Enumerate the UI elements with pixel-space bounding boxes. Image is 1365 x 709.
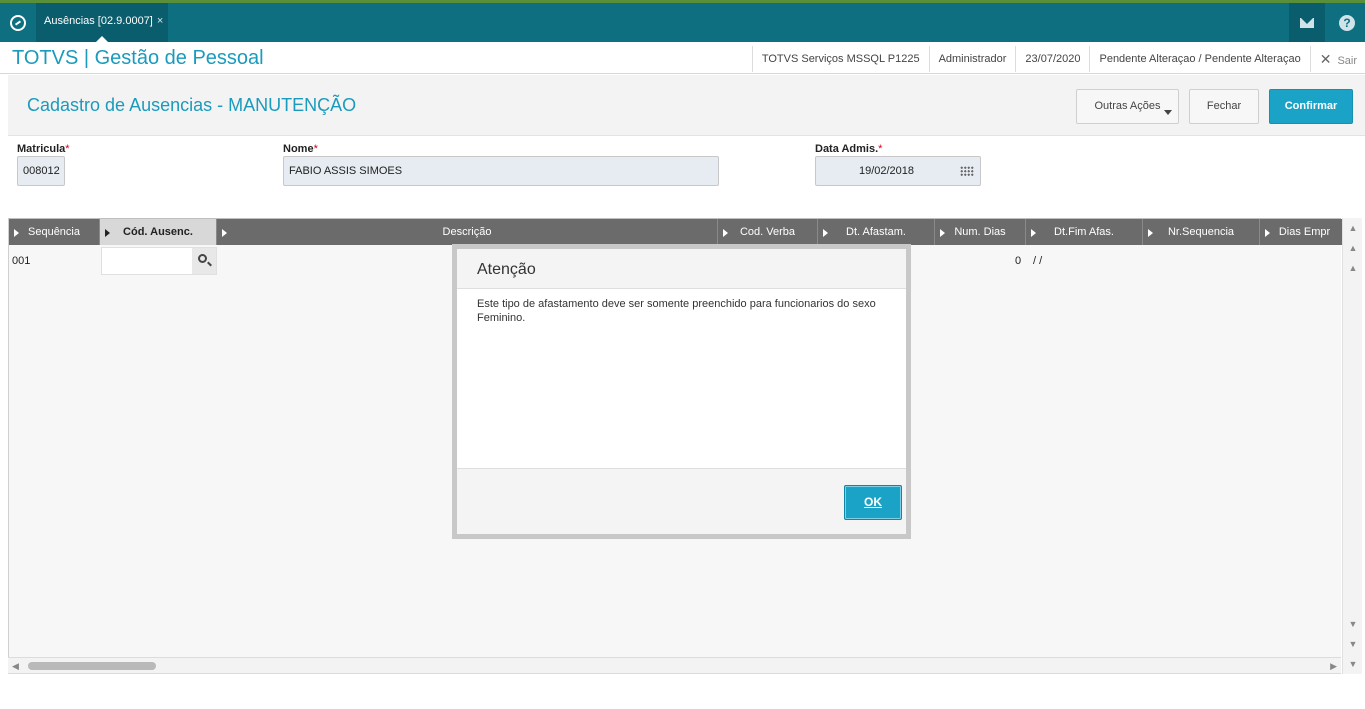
dialog-header: Atenção <box>457 249 906 289</box>
cell-dt-fim-afas: / / <box>1033 255 1043 267</box>
column-label: Cod. Verba <box>739 226 796 238</box>
data-admis-label: Data Admis.* <box>815 143 882 155</box>
data-admis-label-text: Data Admis. <box>815 143 879 155</box>
column-arrow-icon <box>723 229 728 237</box>
column-header-nr-sequencia[interactable]: Nr.Sequencia <box>1143 219 1260 245</box>
app-header: TOTVS | Gestão de Pessoal TOTVS Serviços… <box>0 42 1365 74</box>
matricula-field[interactable]: 008012 <box>17 156 65 186</box>
dialog-title: Atenção <box>477 261 536 278</box>
nome-label: Nome* <box>283 143 318 155</box>
required-mark: * <box>313 143 318 155</box>
page-title-bar: Cadastro de Ausencias - MANUTENÇÃO Outra… <box>8 75 1365 136</box>
column-label: Dias Empr <box>1278 226 1331 238</box>
scroll-top-icon[interactable]: ▲ <box>1347 222 1359 234</box>
cell-num-dias: 0 <box>1015 255 1022 267</box>
column-label: Dt.Fim Afas. <box>1054 226 1114 238</box>
column-header-descricao[interactable]: Descrição <box>217 219 718 245</box>
date-label: 23/07/2020 <box>1015 46 1089 72</box>
scroll-left-icon[interactable]: ◀ <box>12 661 19 672</box>
cell-cod-ausenc-input[interactable] <box>101 247 217 275</box>
column-header-dias-empr[interactable]: Dias Empr <box>1260 219 1342 245</box>
column-arrow-icon <box>222 229 227 237</box>
page-footer <box>0 675 1365 709</box>
page-title: Cadastro de Ausencias - MANUTENÇÃO <box>27 95 357 115</box>
data-admis-value: 19/02/2018 <box>858 165 915 177</box>
other-actions-button[interactable]: Outras Ações <box>1076 89 1179 124</box>
scroll-right-icon[interactable]: ▶ <box>1330 661 1337 672</box>
column-label: Sequência <box>28 226 80 238</box>
scroll-page-up-icon[interactable]: ▲ <box>1347 242 1359 254</box>
column-arrow-icon <box>14 229 19 237</box>
scroll-page-down-icon[interactable]: ▼ <box>1347 638 1359 650</box>
exit-button[interactable]: ✕ Sair <box>1309 46 1365 72</box>
tab-label: Ausências [02.9.0007] <box>44 15 153 27</box>
session-info: TOTVS Serviços MSSQL P1225 Administrador… <box>751 46 1365 72</box>
column-label: Num. Dias <box>954 226 1006 238</box>
column-arrow-icon <box>105 229 110 237</box>
scroll-down-icon[interactable]: ▼ <box>1347 618 1359 630</box>
app-brand: TOTVS | Gestão de Pessoal <box>12 47 264 69</box>
column-header-num-dias[interactable]: Num. Dias <box>935 219 1026 245</box>
scroll-up-icon[interactable]: ▲ <box>1347 262 1359 274</box>
column-header-cod-verba[interactable]: Cod. Verba <box>718 219 818 245</box>
other-actions-label: Outras Ações <box>1094 100 1161 112</box>
matricula-label: Matricula* <box>17 143 70 155</box>
column-arrow-icon <box>823 229 828 237</box>
tab-close-icon[interactable]: × <box>157 15 163 27</box>
horizontal-scrollbar[interactable]: ◀ ▶ <box>8 657 1341 674</box>
column-label: Dt. Afastam. <box>846 226 906 238</box>
environment-label: TOTVS Serviços MSSQL P1225 <box>751 46 929 72</box>
calendar-icon[interactable] <box>960 166 974 177</box>
close-button[interactable]: Fechar <box>1189 89 1259 124</box>
top-tab-bar: Ausências [02.9.0007] × ? <box>0 0 1365 42</box>
column-label: Cód. Ausenc. <box>123 226 193 238</box>
column-header-dt-afastam[interactable]: Dt. Afastam. <box>818 219 935 245</box>
column-header-dt-fim-afas[interactable]: Dt.Fim Afas. <box>1026 219 1143 245</box>
column-label: Descrição <box>442 226 492 238</box>
user-label: Administrador <box>928 46 1016 72</box>
mail-icon[interactable] <box>1289 3 1325 42</box>
dialog-footer: OK <box>457 468 906 534</box>
required-mark: * <box>878 143 883 155</box>
column-arrow-icon <box>1265 229 1270 237</box>
totvs-menu-icon[interactable] <box>0 3 36 42</box>
tab-ausencias[interactable]: Ausências [02.9.0007] × <box>36 3 168 42</box>
column-header-sequencia[interactable]: Sequência <box>9 219 100 245</box>
nome-label-text: Nome <box>283 143 314 155</box>
grid-header: Sequência Cód. Ausenc. Descrição Cod. Ve… <box>9 219 1342 245</box>
dialog-message: Este tipo de afastamento deve ser soment… <box>477 298 876 324</box>
chevron-down-icon <box>1164 110 1172 115</box>
exit-label: Sair <box>1337 55 1357 67</box>
lookup-button[interactable] <box>192 248 216 274</box>
scrollbar-thumb[interactable] <box>28 662 156 670</box>
nome-field[interactable]: FABIO ASSIS SIMOES <box>283 156 719 186</box>
column-arrow-icon <box>940 229 945 237</box>
scroll-bottom-icon[interactable]: ▼ <box>1347 658 1359 670</box>
matricula-label-text: Matricula <box>17 143 66 155</box>
status-label: Pendente Alteraçao / Pendente Alteraçao <box>1089 46 1309 72</box>
ok-button[interactable]: OK <box>844 485 902 520</box>
required-mark: * <box>65 143 70 155</box>
column-header-cod-ausenc[interactable]: Cód. Ausenc. <box>100 219 217 245</box>
vertical-scrollbar[interactable]: ▲ ▲ ▲ ▼ ▼ ▼ <box>1342 218 1362 674</box>
confirm-button[interactable]: Confirmar <box>1269 89 1353 124</box>
column-label: Nr.Sequencia <box>1167 226 1235 238</box>
column-arrow-icon <box>1148 229 1153 237</box>
column-arrow-icon <box>1031 229 1036 237</box>
data-admis-field[interactable]: 19/02/2018 <box>815 156 981 186</box>
alert-dialog: Atenção Este tipo de afastamento deve se… <box>452 244 911 539</box>
search-icon <box>198 254 207 263</box>
help-icon[interactable]: ? <box>1329 3 1365 42</box>
close-icon: ✕ <box>1319 51 1332 67</box>
cell-sequencia: 001 <box>12 255 31 267</box>
